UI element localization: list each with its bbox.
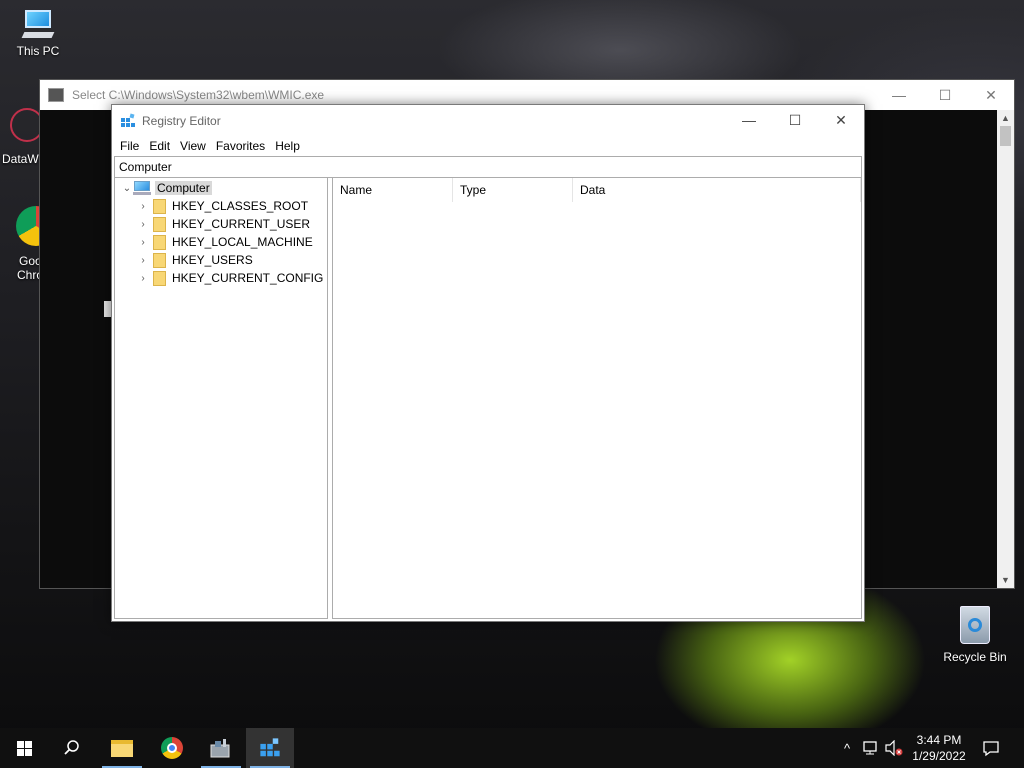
taskbar-clock[interactable]: 3:44 PM 1/29/2022 xyxy=(906,732,972,764)
desktop-icon-this-pc[interactable]: This PC xyxy=(0,10,76,58)
network-icon[interactable] xyxy=(862,740,880,756)
folder-icon xyxy=(153,198,166,214)
windows-logo-icon xyxy=(16,740,32,756)
taskbar: ^ 3:44 PM 1/29/2022 xyxy=(0,728,1024,768)
volume-muted-icon[interactable] xyxy=(884,740,904,756)
console-minimize-button[interactable]: — xyxy=(876,80,922,110)
scroll-up-icon[interactable]: ▲ xyxy=(997,110,1014,126)
registry-values-pane[interactable]: Name Type Data xyxy=(332,177,862,619)
registry-editor-icon xyxy=(121,113,135,127)
tree-node-label: Computer xyxy=(155,181,212,195)
start-button[interactable] xyxy=(0,728,48,768)
recycle-bin-icon xyxy=(956,602,994,646)
regedit-title: Registry Editor xyxy=(142,113,221,128)
chevron-right-icon[interactable]: › xyxy=(137,200,149,212)
taskbar-chrome[interactable] xyxy=(148,728,196,768)
chevron-right-icon[interactable]: › xyxy=(137,236,149,248)
clock-date: 1/29/2022 xyxy=(912,749,966,763)
menu-bar: File Edit View Favorites Help xyxy=(112,136,864,156)
console-app-icon xyxy=(48,88,64,102)
regedit-minimize-button[interactable]: — xyxy=(726,105,772,135)
clock-time: 3:44 PM xyxy=(916,733,962,747)
console-title: Select C:\Windows\System32\wbem\WMIC.exe xyxy=(72,88,325,102)
desktop-icon-label: Recycle Bin xyxy=(943,650,1007,664)
tree-node-label: HKEY_LOCAL_MACHINE xyxy=(172,235,313,249)
taskbar-registry-editor[interactable] xyxy=(246,728,294,768)
column-header-type[interactable]: Type xyxy=(453,178,573,202)
regedit-maximize-button[interactable]: ☐ xyxy=(772,105,818,135)
scrollbar-thumb[interactable] xyxy=(1000,126,1011,146)
tree-node-label: HKEY_CURRENT_CONFIG xyxy=(172,271,324,285)
google-chrome-icon xyxy=(161,737,183,759)
address-text: Computer xyxy=(119,160,172,174)
folder-icon xyxy=(153,270,166,286)
tree-node-hkey-users[interactable]: › HKEY_USERS xyxy=(137,251,253,269)
search-icon xyxy=(64,740,79,755)
chevron-down-icon[interactable]: ⌄ xyxy=(121,182,133,194)
registry-tree-pane[interactable]: ⌄ Computer › HKEY_CLASSES_ROOT › HKEY_CU… xyxy=(114,177,328,619)
folder-icon xyxy=(153,234,166,250)
chevron-right-icon[interactable]: › xyxy=(137,272,149,284)
address-bar[interactable]: Computer xyxy=(114,156,862,178)
console-scrollbar[interactable]: ▲ ▼ xyxy=(997,110,1014,588)
tree-node-hkey-current-config[interactable]: › HKEY_CURRENT_CONFIG xyxy=(137,269,323,287)
notification-icon xyxy=(983,741,999,757)
tree-node-computer[interactable]: ⌄ Computer xyxy=(121,179,212,197)
folder-icon xyxy=(153,216,166,232)
tree-node-label: HKEY_CLASSES_ROOT xyxy=(172,199,309,213)
tree-node-label: HKEY_CURRENT_USER xyxy=(172,217,311,231)
tree-node-hkey-classes-root[interactable]: › HKEY_CLASSES_ROOT xyxy=(137,197,308,215)
file-explorer-icon xyxy=(111,739,133,757)
desktop-icon-label: This PC xyxy=(16,44,60,58)
this-pc-icon xyxy=(21,10,55,40)
chevron-right-icon[interactable]: › xyxy=(137,218,149,230)
chevron-right-icon[interactable]: › xyxy=(137,254,149,266)
taskbar-file-explorer[interactable] xyxy=(98,728,146,768)
system-tray: ^ xyxy=(838,728,904,768)
search-button[interactable] xyxy=(48,728,96,768)
tree-node-hkey-local-machine[interactable]: › HKEY_LOCAL_MACHINE xyxy=(137,233,313,251)
desktop-icon-recycle-bin[interactable]: Recycle Bin xyxy=(937,602,1013,664)
scroll-down-icon[interactable]: ▼ xyxy=(997,572,1014,588)
registry-editor-window[interactable]: Registry Editor — ☐ ✕ File Edit View Fav… xyxy=(111,104,865,622)
menu-favorites[interactable]: Favorites xyxy=(211,139,270,153)
tree-node-hkey-current-user[interactable]: › HKEY_CURRENT_USER xyxy=(137,215,310,233)
console-maximize-button[interactable]: ☐ xyxy=(922,80,968,110)
registry-editor-icon xyxy=(260,738,280,757)
folder-icon xyxy=(153,252,166,268)
tree-node-label: HKEY_USERS xyxy=(172,253,253,267)
menu-edit[interactable]: Edit xyxy=(144,139,175,153)
taskbar-wmic[interactable] xyxy=(197,728,245,768)
tray-chevron-up-icon[interactable]: ^ xyxy=(838,741,856,756)
menu-file[interactable]: File xyxy=(115,139,144,153)
menu-help[interactable]: Help xyxy=(270,139,305,153)
menu-view[interactable]: View xyxy=(175,139,211,153)
column-header-data[interactable]: Data xyxy=(573,178,861,202)
column-header-name[interactable]: Name xyxy=(333,178,453,202)
wmic-console-icon xyxy=(210,739,230,758)
desktop-icon-datawrapper[interactable]: DataW xyxy=(2,108,44,166)
regedit-titlebar[interactable]: Registry Editor — ☐ ✕ xyxy=(112,105,864,136)
desktop-icon-label: DataW xyxy=(2,152,39,166)
action-center-button[interactable] xyxy=(968,728,1014,768)
computer-icon xyxy=(133,181,151,195)
regedit-close-button[interactable]: ✕ xyxy=(818,105,864,135)
console-close-button[interactable]: ✕ xyxy=(968,80,1014,110)
